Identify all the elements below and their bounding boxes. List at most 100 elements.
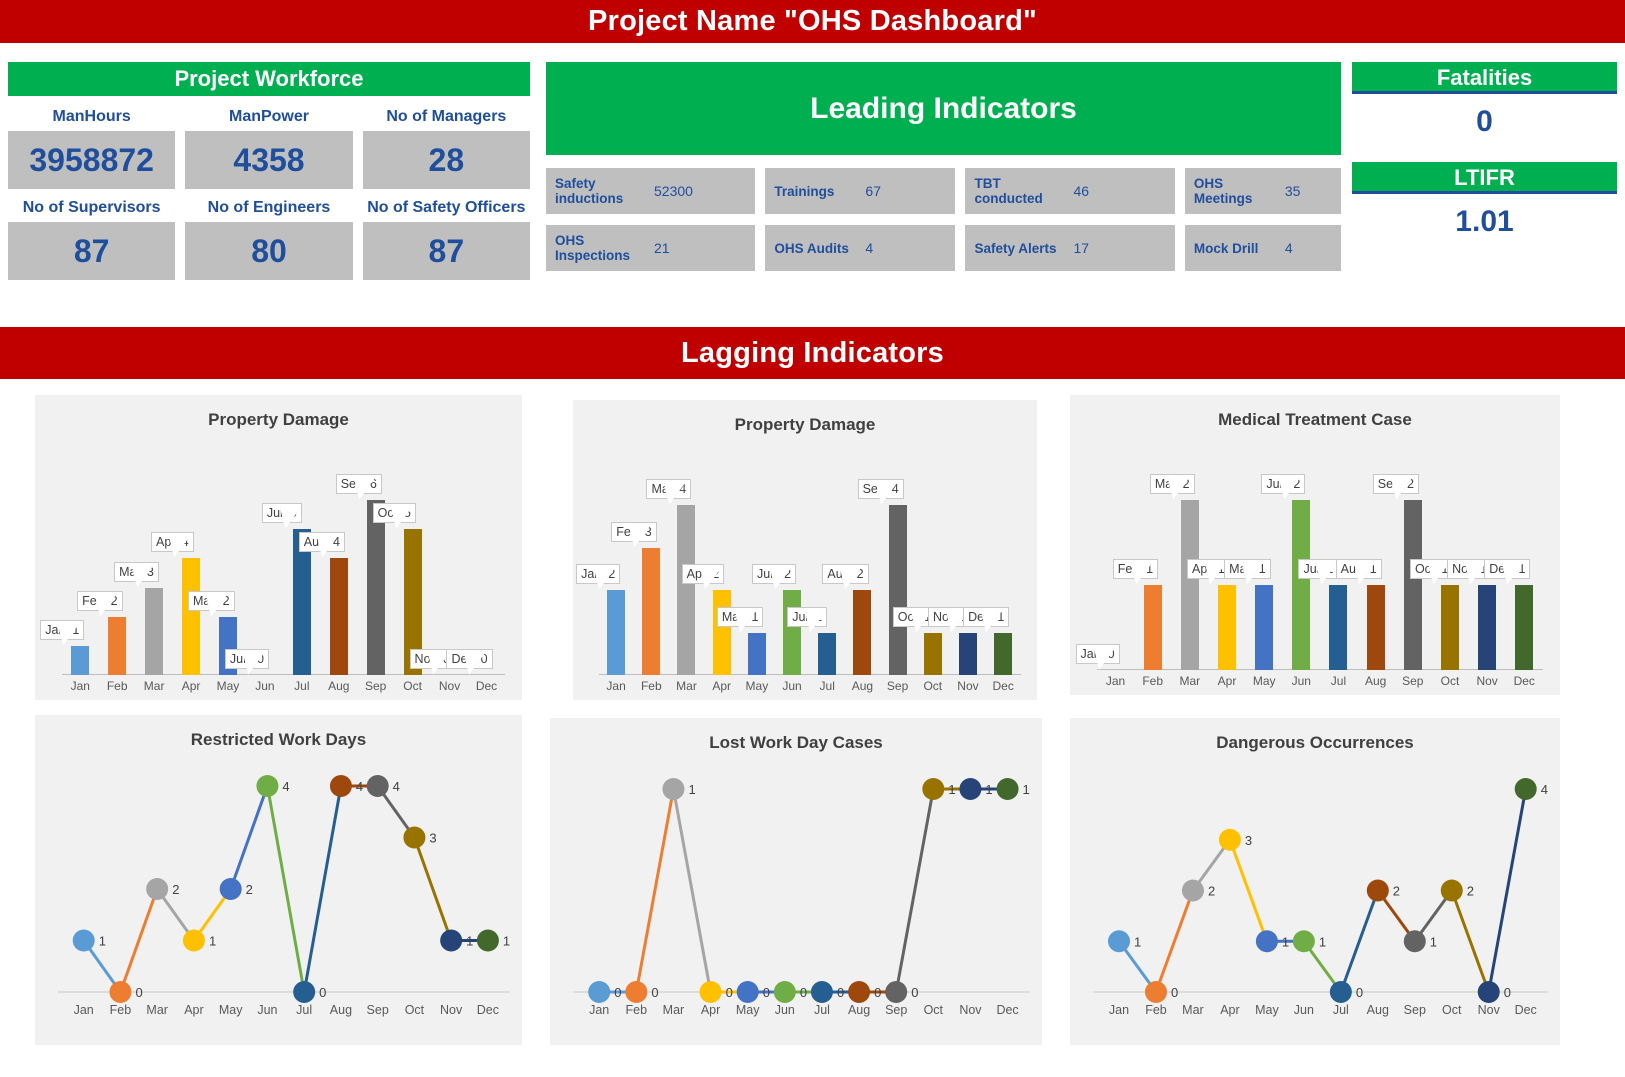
data-point-label: 0: [135, 985, 142, 1000]
x-axis-tick-label: Apr: [184, 1003, 203, 1017]
data-point-label: 1: [1319, 934, 1326, 949]
bar: [607, 590, 626, 675]
data-point-label: 1: [209, 934, 216, 949]
x-axis-tick-label: May: [1252, 674, 1276, 688]
x-axis-tick-label: Aug: [851, 679, 874, 693]
leader-line: [1279, 478, 1301, 500]
leading-tile-value: 35: [1284, 183, 1301, 199]
x-axis-line: [598, 674, 1021, 675]
chart-title: Dangerous Occurrences: [1216, 733, 1414, 752]
bar: [1366, 585, 1385, 670]
x-axis-tick-label: Oct: [405, 1003, 425, 1017]
x-axis-line: [1096, 669, 1543, 670]
data-point-label: 2: [246, 882, 253, 897]
leader-line: [316, 536, 338, 559]
data-point-label: 1: [99, 934, 106, 949]
workforce-value: 80: [185, 222, 353, 280]
bar: [747, 632, 766, 675]
x-axis-tick-label: Jun: [782, 679, 802, 693]
kpi-spacer: [1352, 150, 1617, 162]
data-point-marker: [329, 775, 352, 797]
x-axis-tick-label: Feb: [106, 679, 128, 693]
data-point-marker: [922, 778, 945, 800]
line-segment: [119, 888, 159, 993]
line-segment: [229, 785, 269, 890]
line-chart: 1 0 2 3 1 1 0 2 1 2 0 4 Jan Feb Mar Apr May Jun Jul Aug Sep O…: [1093, 778, 1548, 1017]
bar: [958, 632, 977, 675]
leader-line: [1390, 478, 1412, 500]
data-point-label: 4: [1541, 782, 1548, 797]
line-chart: 0 0 1 0 0 0 0 0 0 1 1 1 Jan Feb Mar Apr May Jun Jul Aug Sep O…: [573, 778, 1030, 1017]
x-axis-tick-label: Jun: [255, 679, 275, 693]
x-axis-tick-label: Aug: [330, 1003, 352, 1017]
line-segment: [1339, 889, 1380, 993]
x-axis-tick-label: Jan: [74, 1003, 94, 1017]
bar: [1143, 585, 1162, 670]
data-point-label: 3: [429, 831, 436, 846]
bar: [1403, 500, 1422, 670]
x-axis-tick-label: Feb: [1142, 674, 1164, 688]
leading-indicators-panel: Leading Indicators Safety inductions 523…: [546, 62, 1341, 294]
x-axis-tick-label: Dec: [1513, 674, 1535, 688]
workforce-value: 28: [362, 131, 530, 189]
dashboard-page: Project Name "OHS Dashboard" Project Wor…: [0, 0, 1625, 1077]
x-axis-tick-label: Aug: [848, 1003, 870, 1017]
chart-card: Property Damage Jan, 2 Feb, 3 Mar, 4 Apr, 2M…: [573, 400, 1037, 700]
data-point-label: 0: [1504, 985, 1511, 1000]
workforce-label: ManPower: [228, 108, 309, 125]
leading-indicators-title: Leading Indicators: [546, 62, 1341, 155]
chart-card: Restricted Work Days 1 0 2 1 2 4 0 4 4 3 1 1 Jan Feb Ma…: [35, 715, 522, 1045]
leader-line: [390, 507, 412, 530]
line-segment: [671, 788, 713, 993]
data-point-marker: [256, 775, 279, 797]
line-segment: [1154, 889, 1195, 993]
leading-tile-label: OHS Inspections: [555, 233, 631, 263]
x-axis-labels: Jan Feb Mar Apr May Jun Jul Aug Sep Oct Nov Dec: [573, 679, 1037, 699]
data-point-marker: [366, 775, 389, 797]
bar: [329, 558, 348, 675]
x-axis-tick-label: Sep: [885, 1003, 907, 1017]
data-point-label: 2: [1467, 884, 1474, 899]
x-axis-tick-label: Aug: [1367, 1003, 1389, 1017]
data-point-marker: [403, 826, 426, 849]
workforce-label: ManHours: [52, 108, 131, 125]
bar: [642, 547, 661, 675]
data-point-label: 0: [1171, 985, 1178, 1000]
x-axis-tick-label: Mar: [676, 679, 697, 693]
line-segment: [634, 788, 675, 993]
x-axis-tick-label: Jun: [257, 1003, 277, 1017]
workforce-item-manhours: ManHours 3958872: [8, 106, 176, 189]
data-point-label: 0: [763, 985, 770, 1000]
leading-tile-value: 4: [865, 240, 874, 256]
x-axis-tick-label: Dec: [477, 1003, 499, 1017]
x-axis-tick-label: Apr: [712, 679, 732, 693]
data-point-label: 3: [1245, 833, 1252, 848]
leader-line: [664, 483, 686, 505]
leading-tile-value: 21: [654, 240, 670, 256]
x-axis-tick-label: Oct: [924, 1003, 944, 1017]
x-axis-tick-label: Jun: [1291, 674, 1311, 688]
data-point-label: 0: [1356, 985, 1363, 1000]
leader-line: [1465, 563, 1487, 585]
workforce-value: 4358: [185, 131, 353, 189]
data-point-label: 4: [393, 779, 400, 794]
leading-tile-label: TBT conducted: [974, 176, 1043, 206]
data-point-label: 1: [1282, 934, 1289, 949]
workforce-value: 87: [362, 222, 530, 280]
bar: [818, 632, 837, 675]
data-point-marker: [1440, 879, 1463, 902]
leader-line: [629, 525, 651, 548]
chart-card: Lost Work Day Cases 0 0 1 0 0 0 0 0 0 1 1 1 Jan Feb Mar…: [550, 718, 1042, 1045]
workforce-item-safety-officers: No of Safety Officers 87: [362, 197, 530, 280]
data-point-label: 2: [1208, 884, 1215, 899]
data-point-marker: [1514, 778, 1537, 800]
data-point-marker: [476, 929, 499, 952]
project-workforce-title: Project Workforce: [8, 62, 530, 96]
line-segment: [265, 785, 306, 993]
leader-line: [1205, 563, 1226, 585]
leading-tile-ohs-audits: OHS Audits 4: [765, 225, 956, 271]
bar: [1180, 500, 1199, 670]
leader-line: [279, 507, 301, 530]
leading-tile-trainings: Trainings 67: [765, 168, 956, 214]
bar: [182, 558, 201, 675]
